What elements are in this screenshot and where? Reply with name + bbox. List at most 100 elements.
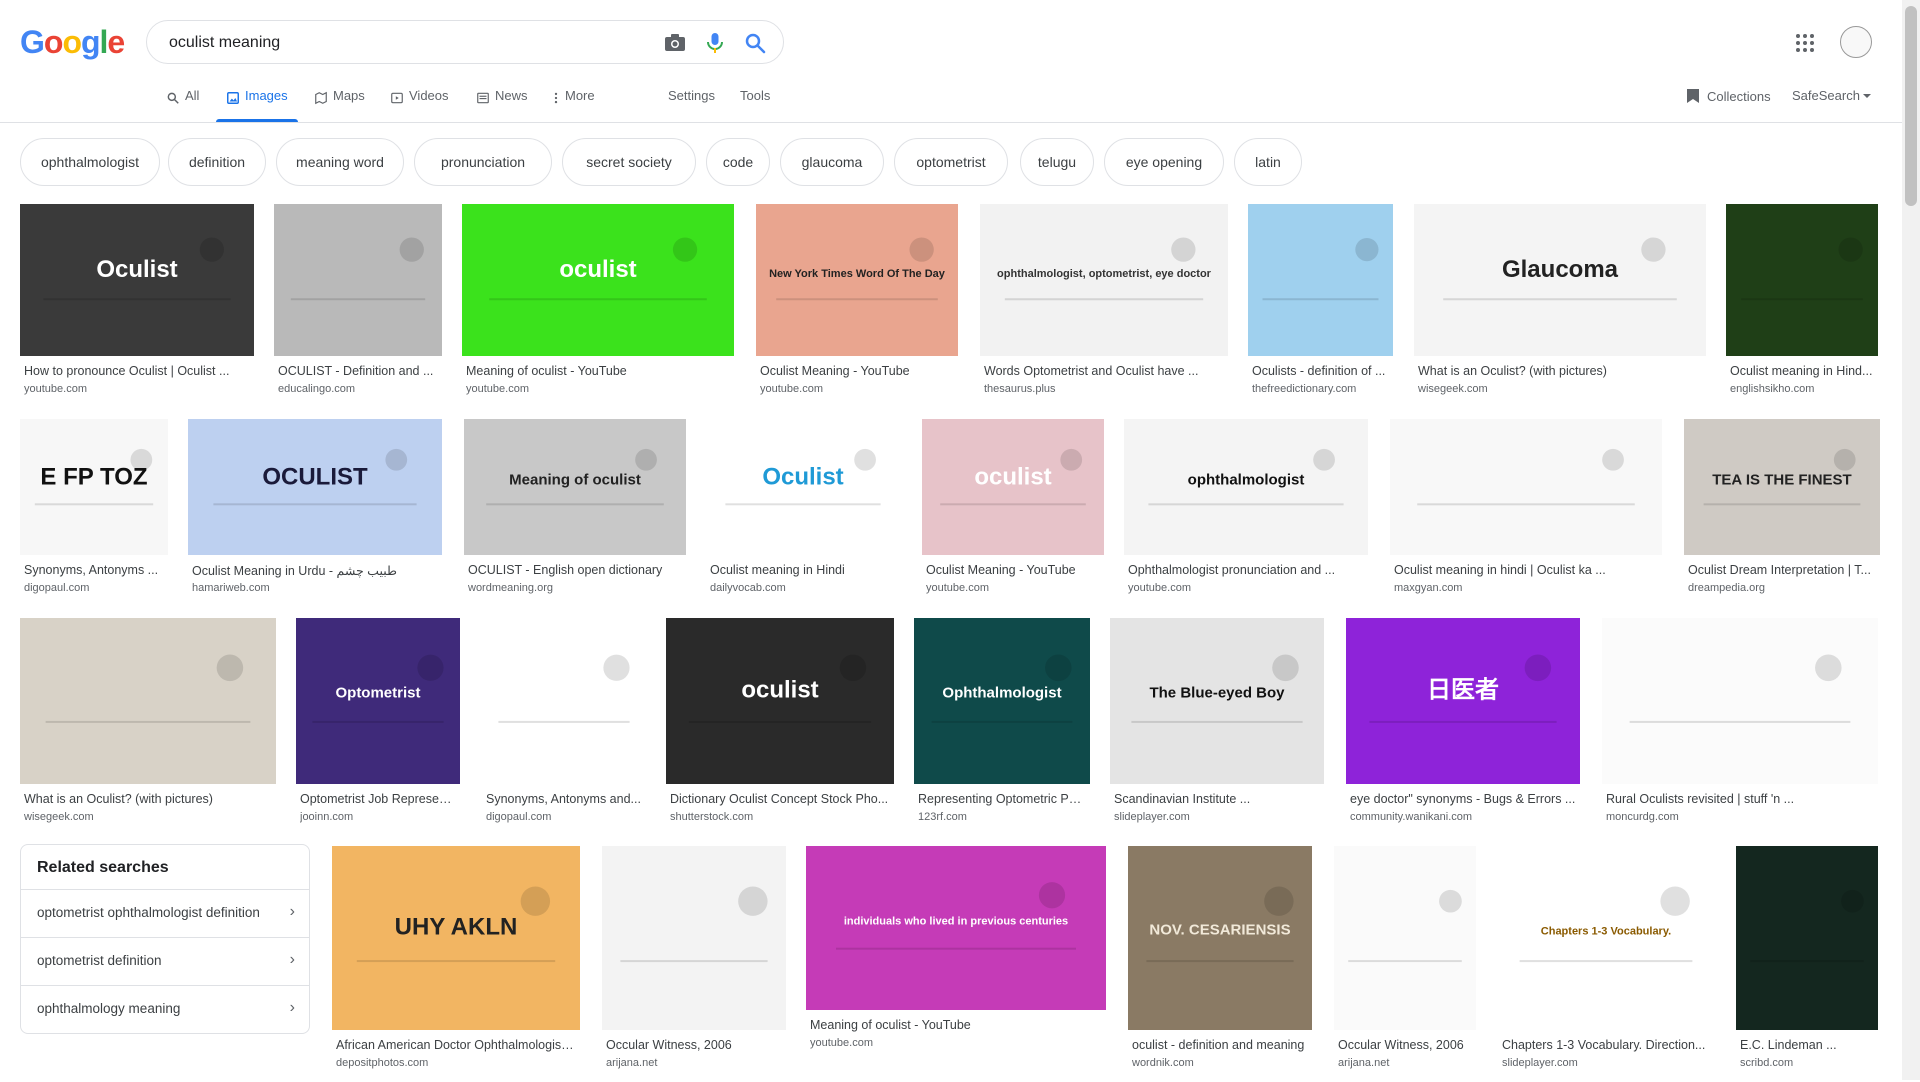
image-thumbnail[interactable]: ophthalmologist [1124, 419, 1368, 555]
image-result[interactable]: OCULIST Oculist Meaning in Urdu - طبیب چش… [188, 419, 442, 607]
image-title[interactable]: Representing Optometric Ph... [918, 792, 1086, 806]
account-avatar[interactable] [1840, 26, 1872, 58]
image-thumbnail[interactable]: oculist [462, 204, 734, 356]
image-title[interactable]: Oculist meaning in Hind... [1730, 364, 1874, 378]
image-result[interactable]: 日医者 eye doctor" synonyms - Bugs & Errors … [1346, 618, 1580, 836]
image-title[interactable]: Dictionary Oculist Concept Stock Pho... [670, 792, 890, 806]
image-thumbnail[interactable]: OCULIST [188, 419, 442, 555]
image-thumbnail[interactable] [1390, 419, 1662, 555]
tab-images[interactable]: Images [216, 88, 298, 122]
image-thumbnail[interactable]: TEA IS THE FINEST [1684, 419, 1880, 555]
image-result[interactable]: The Blue-eyed Boy Scandinavian Institute … [1110, 618, 1324, 836]
image-result[interactable]: Oculist How to pronounce Oculist | Oculis… [20, 204, 254, 408]
image-thumbnail[interactable]: Chapters 1-3 Vocabulary. [1498, 846, 1714, 1030]
image-thumbnail[interactable]: individuals who lived in previous centur… [806, 846, 1106, 1010]
chip[interactable]: meaning word [276, 138, 404, 186]
image-result[interactable]: E FP TOZ Synonyms, Antonyms ... digopaul.c… [20, 419, 168, 607]
image-title[interactable]: Oculist Dream Interpretation | T... [1688, 563, 1876, 577]
image-title[interactable]: Meaning of oculist - YouTube [466, 364, 730, 378]
image-result[interactable]: What is an Oculist? (with pictures) wiseg… [20, 618, 276, 836]
image-title[interactable]: Oculist Meaning in Urdu - طبیب چشم [192, 563, 438, 578]
image-thumbnail[interactable]: New York Times Word Of The Day [756, 204, 958, 356]
image-title[interactable]: Words Optometrist and Oculist have ... [984, 364, 1224, 378]
chip[interactable]: ophthalmologist [20, 138, 160, 186]
image-result[interactable]: UHY AKLN African American Doctor Ophthalm… [332, 846, 580, 1082]
image-title[interactable]: Chapters 1-3 Vocabulary. Direction... [1502, 1038, 1710, 1052]
tab-more[interactable]: More [552, 88, 595, 122]
image-title[interactable]: Scandinavian Institute ... [1114, 792, 1320, 806]
image-thumbnail[interactable] [1248, 204, 1393, 356]
tab-news[interactable]: News [476, 88, 528, 122]
collections-link[interactable]: Collections [1686, 88, 1771, 104]
image-result[interactable]: individuals who lived in previous centur… [806, 846, 1106, 1062]
image-title[interactable]: Optometrist Job Represen... [300, 792, 456, 806]
search-input[interactable] [167, 30, 601, 56]
image-thumbnail[interactable]: NOV. CESARIENSIS [1128, 846, 1312, 1030]
camera-icon[interactable] [663, 31, 687, 55]
image-title[interactable]: E.C. Lindeman ... [1740, 1038, 1874, 1052]
image-title[interactable]: Synonyms, Antonyms and... [486, 792, 642, 806]
tab-videos[interactable]: Videos [390, 88, 449, 122]
image-result[interactable]: Rural Oculists revisited | stuff 'n ... m… [1602, 618, 1878, 836]
image-thumbnail[interactable]: oculist [922, 419, 1104, 555]
chip[interactable]: glaucoma [780, 138, 884, 186]
image-thumbnail[interactable] [1334, 846, 1476, 1030]
image-title[interactable]: Oculist Meaning - YouTube [926, 563, 1100, 577]
image-thumbnail[interactable] [20, 618, 276, 784]
image-result[interactable]: ophthalmologist, optometrist, eye doctor… [980, 204, 1228, 408]
chip[interactable]: code [706, 138, 770, 186]
chip[interactable]: eye opening [1104, 138, 1224, 186]
image-title[interactable]: What is an Oculist? (with pictures) [24, 792, 272, 806]
image-thumbnail[interactable]: Oculist [20, 204, 254, 356]
tab-maps[interactable]: Maps [314, 88, 365, 122]
related-search-item[interactable]: ophthalmology meaning › [21, 985, 309, 1032]
image-thumbnail[interactable]: ophthalmologist, optometrist, eye doctor [980, 204, 1228, 356]
image-thumbnail[interactable]: Meaning of oculist [464, 419, 686, 555]
image-thumbnail[interactable]: Glaucoma [1414, 204, 1706, 356]
image-thumbnail[interactable]: oculist [666, 618, 894, 784]
chip[interactable]: definition [168, 138, 266, 186]
microphone-icon[interactable] [703, 31, 727, 55]
scrollbar-thumb[interactable] [1905, 6, 1917, 206]
image-title[interactable]: OCULIST - Definition and ... [278, 364, 438, 378]
tools-link[interactable]: Tools [740, 88, 770, 103]
image-result[interactable]: Ophthalmologist Representing Optometric P… [914, 618, 1090, 836]
image-result[interactable]: NOV. CESARIENSIS oculist - definition and… [1128, 846, 1312, 1082]
image-thumbnail[interactable] [274, 204, 442, 356]
image-title[interactable]: OCULIST - English open dictionary [468, 563, 682, 577]
image-result[interactable]: oculist Oculist Meaning - YouTube youtube.… [922, 419, 1104, 607]
image-result[interactable]: Oculist Oculist meaning in Hindi dailyvoca… [706, 419, 900, 607]
image-result[interactable]: Optometrist Optometrist Job Represen... jo… [296, 618, 460, 836]
image-title[interactable]: eye doctor" synonyms - Bugs & Errors ... [1350, 792, 1576, 806]
related-search-item[interactable]: optometrist definition › [21, 937, 309, 984]
image-result[interactable]: Occular Witness, 2006 arijana.net [602, 846, 786, 1082]
image-title[interactable]: Synonyms, Antonyms ... [24, 563, 164, 577]
image-result[interactable]: ophthalmologist Ophthalmologist pronuncia… [1124, 419, 1368, 607]
image-title[interactable]: Rural Oculists revisited | stuff 'n ... [1606, 792, 1874, 806]
image-result[interactable]: E.C. Lindeman ... scribd.com [1736, 846, 1878, 1082]
image-title[interactable]: Oculist meaning in hindi | Oculist ka ..… [1394, 563, 1658, 577]
image-thumbnail[interactable]: Oculist [706, 419, 900, 555]
settings-link[interactable]: Settings [668, 88, 715, 103]
chip[interactable]: optometrist [894, 138, 1008, 186]
image-result[interactable]: Oculists - definition of ... thefreedicti… [1248, 204, 1393, 408]
image-title[interactable]: Meaning of oculist - YouTube [810, 1018, 1102, 1032]
safesearch-dropdown[interactable]: SafeSearch [1792, 88, 1872, 103]
chip[interactable]: pronunciation [414, 138, 552, 186]
image-result[interactable]: Glaucoma What is an Oculist? (with pictur… [1414, 204, 1706, 408]
image-title[interactable]: oculist - definition and meaning [1132, 1038, 1308, 1052]
chip[interactable]: telugu [1020, 138, 1094, 186]
image-result[interactable]: Occular Witness, 2006 arijana.net [1334, 846, 1476, 1082]
image-title[interactable]: Occular Witness, 2006 [606, 1038, 782, 1052]
image-result[interactable]: Synonyms, Antonyms and... digopaul.com [482, 618, 646, 836]
page-scrollbar[interactable] [1902, 0, 1920, 1080]
google-logo[interactable]: Google [20, 24, 125, 61]
search-icon[interactable] [743, 31, 767, 55]
chip[interactable]: latin [1234, 138, 1302, 186]
image-result[interactable]: New York Times Word Of The Day Oculist Me… [756, 204, 958, 408]
image-thumbnail[interactable]: Optometrist [296, 618, 460, 784]
image-result[interactable]: oculist Meaning of oculist - YouTube youtu… [462, 204, 734, 408]
image-title[interactable]: Occular Witness, 2006 [1338, 1038, 1472, 1052]
image-title[interactable]: Ophthalmologist pronunciation and ... [1128, 563, 1364, 577]
image-thumbnail[interactable]: E FP TOZ [20, 419, 168, 555]
